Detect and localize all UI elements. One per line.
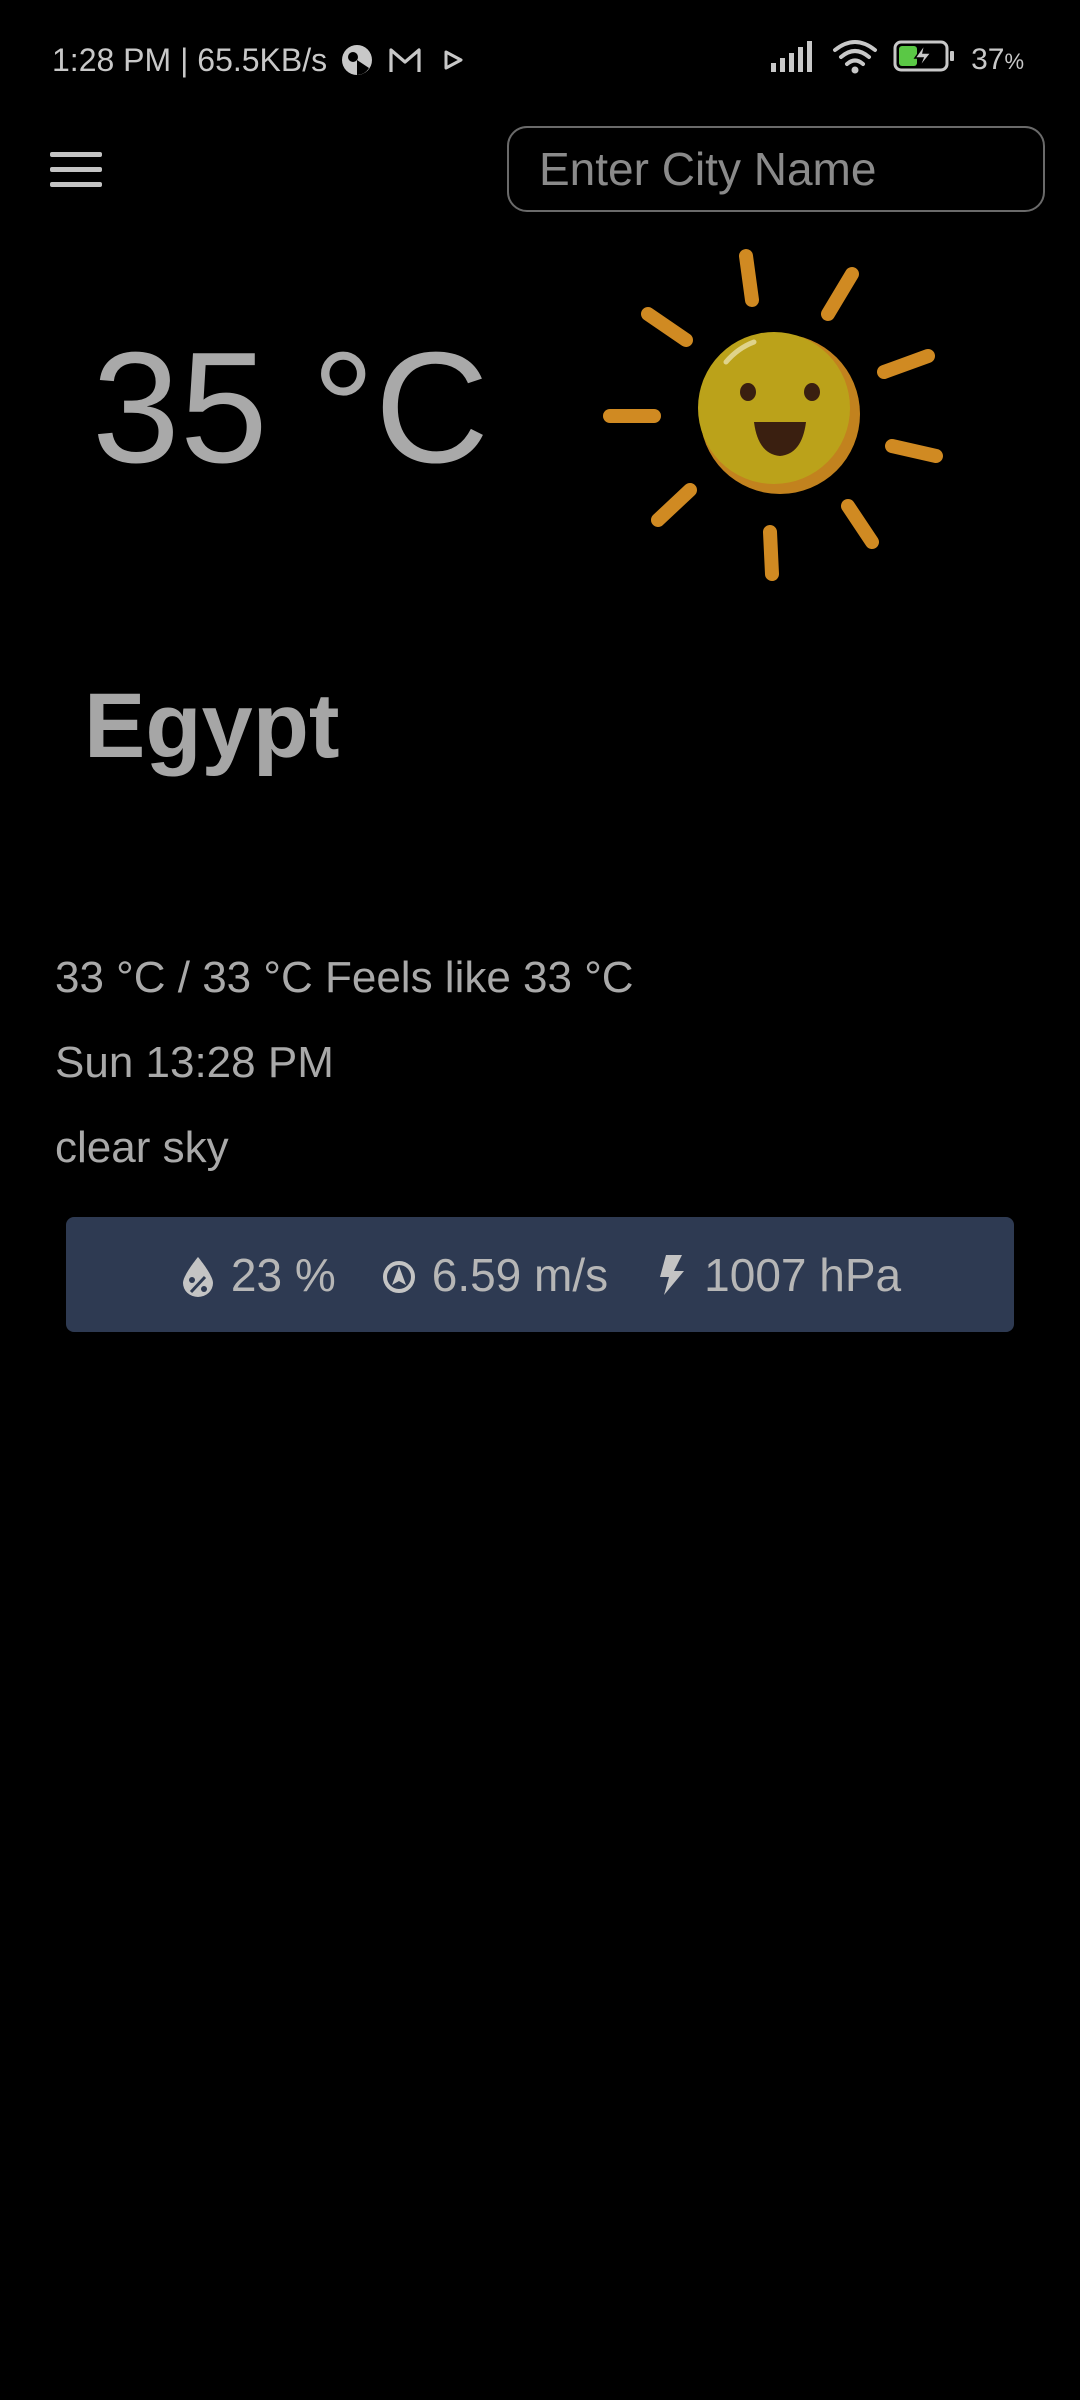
battery-percent: 37% — [971, 43, 1024, 76]
weather-stats-bar: 23 % 6.59 m/s 1007 hPa — [66, 1217, 1014, 1332]
status-time-speed: 1:28 PM | 65.5KB/s — [52, 41, 328, 78]
pressure-stat: 1007 hPa — [652, 1248, 901, 1302]
battery-charging-icon — [893, 39, 957, 81]
humidity-drop-icon — [179, 1253, 217, 1297]
gmail-icon — [387, 42, 423, 78]
vpn-icon — [339, 42, 375, 78]
wind-value: 6.59 m/s — [431, 1248, 609, 1301]
status-right: 37% — [769, 40, 1024, 80]
pressure-bolt-icon — [652, 1253, 690, 1297]
weather-description: clear sky — [55, 1123, 229, 1172]
play-icon — [435, 42, 471, 78]
current-temperature: 35 °C — [92, 320, 489, 496]
temperature-range-feels-like: 33 °C / 33 °C Feels like 33 °C — [55, 953, 634, 1002]
status-bar: 1:28 PM | 65.5KB/s 37% — [0, 0, 1080, 120]
wifi-icon — [831, 38, 879, 82]
date-time: Sun 13:28 PM — [55, 1038, 334, 1087]
wind-stat: 6.59 m/s — [380, 1248, 608, 1302]
smiling-sun-icon — [596, 244, 956, 590]
location-name: Egypt — [84, 675, 340, 777]
humidity-value: 23 % — [230, 1248, 336, 1301]
pressure-value: 1007 hPa — [704, 1248, 902, 1301]
hamburger-menu-icon[interactable] — [50, 148, 104, 192]
humidity-stat: 23 % — [179, 1248, 336, 1302]
wind-compass-icon — [380, 1253, 418, 1297]
city-search-input[interactable] — [507, 126, 1045, 212]
status-left: 1:28 PM | 65.5KB/s — [52, 40, 471, 80]
signal-icon — [769, 39, 817, 81]
